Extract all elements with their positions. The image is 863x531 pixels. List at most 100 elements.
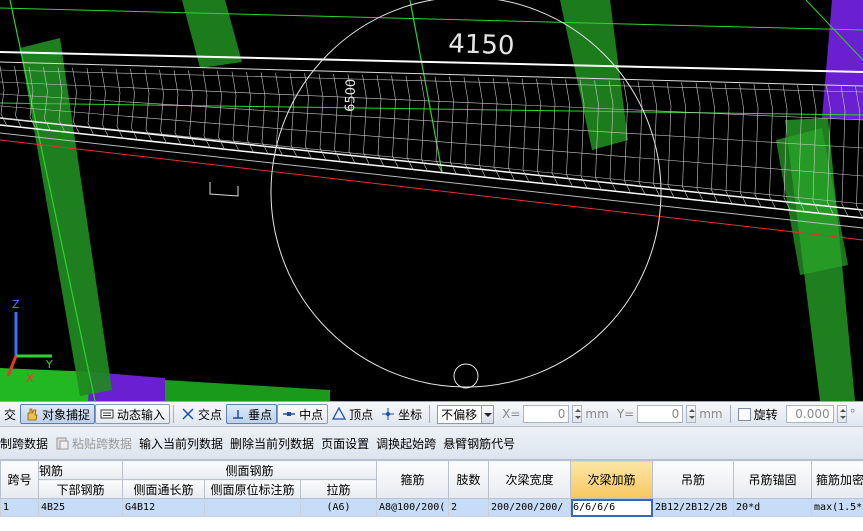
purple-slab-right	[822, 0, 863, 120]
rotate-angle: 0.000 °	[782, 404, 860, 424]
delete-column-data-label: 删除当前列数据	[230, 436, 315, 451]
paste-span-data-button[interactable]: 粘贴跨数据	[55, 435, 139, 452]
dimension-top: 4150	[448, 29, 515, 61]
perpendicular-icon	[231, 407, 245, 421]
cad-viewport[interactable]: 4150 6500 Z Y X	[0, 0, 863, 401]
y-spinner[interactable]	[686, 405, 697, 423]
cell-tie[interactable]: (A6)	[299, 498, 378, 517]
cantilever-code-label: 悬臂钢筋代号	[443, 436, 516, 451]
col-sec-beam-width[interactable]: 次梁宽度	[488, 460, 572, 499]
intersection-icon	[181, 407, 195, 421]
table-toolbar: 复制跨数据 粘贴跨数据 输入当前列数据 删除当前列数据 页面设置 调换起始跨 悬…	[0, 427, 863, 460]
col-side-long[interactable]: 侧面通长筋	[122, 479, 205, 499]
input-column-data-button[interactable]: 输入当前列数据	[139, 435, 230, 452]
cell-span-no[interactable]: 1	[0, 498, 39, 517]
col-sec-beam-add[interactable]: 次梁加筋	[570, 460, 654, 499]
vertex-label: 顶点	[349, 407, 374, 422]
keyboard-icon	[100, 407, 114, 421]
green-floor-mid	[165, 380, 330, 401]
cell-sec-beam-add[interactable]: 6/6/6/6	[570, 498, 654, 517]
col-group-rebar[interactable]: 钢筋	[38, 460, 123, 480]
midpoint-icon	[282, 407, 296, 421]
cut-label: 交	[0, 404, 20, 424]
y-coordinate: Y= 0 mm	[613, 404, 727, 424]
cell-stirrup-dense[interactable]: max(1.5*	[811, 498, 863, 517]
rotate-spinner[interactable]	[836, 405, 847, 423]
viewport-canvas[interactable]: 4150 6500 Z Y X	[0, 0, 863, 401]
grip-circle[interactable]	[453, 363, 479, 389]
page-setup-button[interactable]: 页面设置	[321, 435, 376, 452]
table-row[interactable]: 1 4B25 G4B12 (A6) A8@100/200( 2 200/200/…	[0, 498, 863, 517]
cell-side-long[interactable]: G4B12	[122, 498, 205, 517]
paste-icon	[55, 436, 69, 450]
rotate-label: 旋转	[753, 407, 778, 422]
rebar-grid: 跨号 钢筋 侧面钢筋 箍筋 肢数 次梁宽度 次梁加筋 吊筋 吊筋锚固 箍筋加密 …	[0, 460, 863, 531]
vertex-icon	[331, 406, 347, 421]
x-coordinate: X= 0 mm	[498, 404, 613, 424]
col-side-orig[interactable]: 侧面原位标注筋	[204, 479, 301, 499]
rotate-toggle[interactable]: 旋转	[734, 404, 782, 424]
y-unit: mm	[699, 407, 723, 421]
x-input[interactable]: 0	[523, 405, 570, 423]
intersection-snap[interactable]: 交点	[177, 404, 226, 424]
y-input[interactable]: 0	[637, 405, 684, 423]
page-setup-label: 页面设置	[321, 436, 370, 451]
y-label: Y=	[616, 407, 635, 421]
dynamic-input-label: 动态输入	[117, 407, 166, 422]
paste-span-data-label: 粘贴跨数据	[72, 436, 133, 451]
cell-stirrup[interactable]: A8@100/200(	[376, 498, 450, 517]
axis-z-label: Z	[12, 298, 20, 311]
cell-side-orig[interactable]	[204, 498, 301, 517]
col-stirrup-dense[interactable]: 箍筋加密	[811, 460, 863, 499]
intersection-label: 交点	[198, 407, 223, 422]
midpoint-label: 中点	[299, 407, 324, 422]
col-hanger[interactable]: 吊筋	[652, 460, 735, 499]
coordinate-label: 坐标	[398, 407, 423, 422]
copy-span-data-label: 复制跨数据	[0, 436, 49, 451]
swap-start-span-label: 调换起始跨	[376, 436, 437, 451]
rotate-checkbox[interactable]	[737, 407, 751, 421]
hand-snap-icon	[25, 407, 39, 421]
x-label: X=	[502, 407, 521, 421]
coordinate-icon	[381, 407, 395, 421]
col-bottom-rebar[interactable]: 下部钢筋	[38, 479, 123, 499]
stirrup-wireframe	[0, 65, 863, 218]
rotate-input[interactable]: 0.000	[785, 405, 834, 423]
object-snap-label: 对象捕捉	[42, 407, 91, 422]
swap-start-span-button[interactable]: 调换起始跨	[376, 435, 443, 452]
cell-legs[interactable]: 2	[448, 498, 490, 517]
col-stirrup[interactable]: 箍筋	[376, 460, 450, 499]
cantilever-code-button[interactable]: 悬臂钢筋代号	[443, 435, 522, 452]
x-spinner[interactable]	[572, 405, 583, 423]
object-snap-button[interactable]: 对象捕捉	[20, 404, 96, 424]
cell-hanger-anchor[interactable]: 20*d	[733, 498, 813, 517]
axis-y-label: Y	[45, 358, 53, 371]
midpoint-snap[interactable]: 中点	[277, 404, 329, 424]
x-unit: mm	[585, 407, 609, 421]
offset-combo[interactable]: 不偏移	[433, 404, 498, 424]
col-span-no[interactable]: 跨号	[0, 460, 39, 499]
column-left	[20, 38, 112, 396]
snap-toolbar: 交 对象捕捉 动态输入 交点 垂点 中点 顶点 坐标 不偏移 X= 0 mm Y…	[0, 401, 863, 427]
col-hanger-anchor[interactable]: 吊筋锚固	[733, 460, 813, 499]
col-group-side-rebar[interactable]: 侧面钢筋	[121, 460, 378, 480]
coordinate-snap[interactable]: 坐标	[377, 404, 426, 424]
delete-column-data-button[interactable]: 删除当前列数据	[230, 435, 321, 452]
col-legs[interactable]: 肢数	[448, 460, 490, 499]
offset-mode-value: 不偏移	[441, 407, 478, 422]
cell-hanger[interactable]: 2B12/2B12/2B	[652, 498, 735, 517]
input-column-data-label: 输入当前列数据	[139, 436, 224, 451]
dynamic-input-button[interactable]: 动态输入	[95, 404, 171, 424]
axis-x-label: X	[26, 372, 34, 385]
perpendicular-snap[interactable]: 垂点	[226, 404, 278, 424]
dimension-vertical: 6500	[343, 79, 359, 113]
cell-sec-beam-width[interactable]: 200/200/200/	[488, 498, 572, 517]
cell-bottom-rebar[interactable]: 4B25	[38, 498, 123, 517]
copy-span-data-button[interactable]: 复制跨数据	[0, 435, 55, 452]
perpendicular-label: 垂点	[248, 407, 273, 422]
degree-symbol: °	[849, 407, 856, 421]
col-tie[interactable]: 拉筋	[299, 479, 378, 499]
vertex-snap[interactable]: 顶点	[328, 404, 377, 424]
chevron-down-icon[interactable]	[481, 405, 494, 423]
cut-label-text: 交	[4, 407, 17, 422]
